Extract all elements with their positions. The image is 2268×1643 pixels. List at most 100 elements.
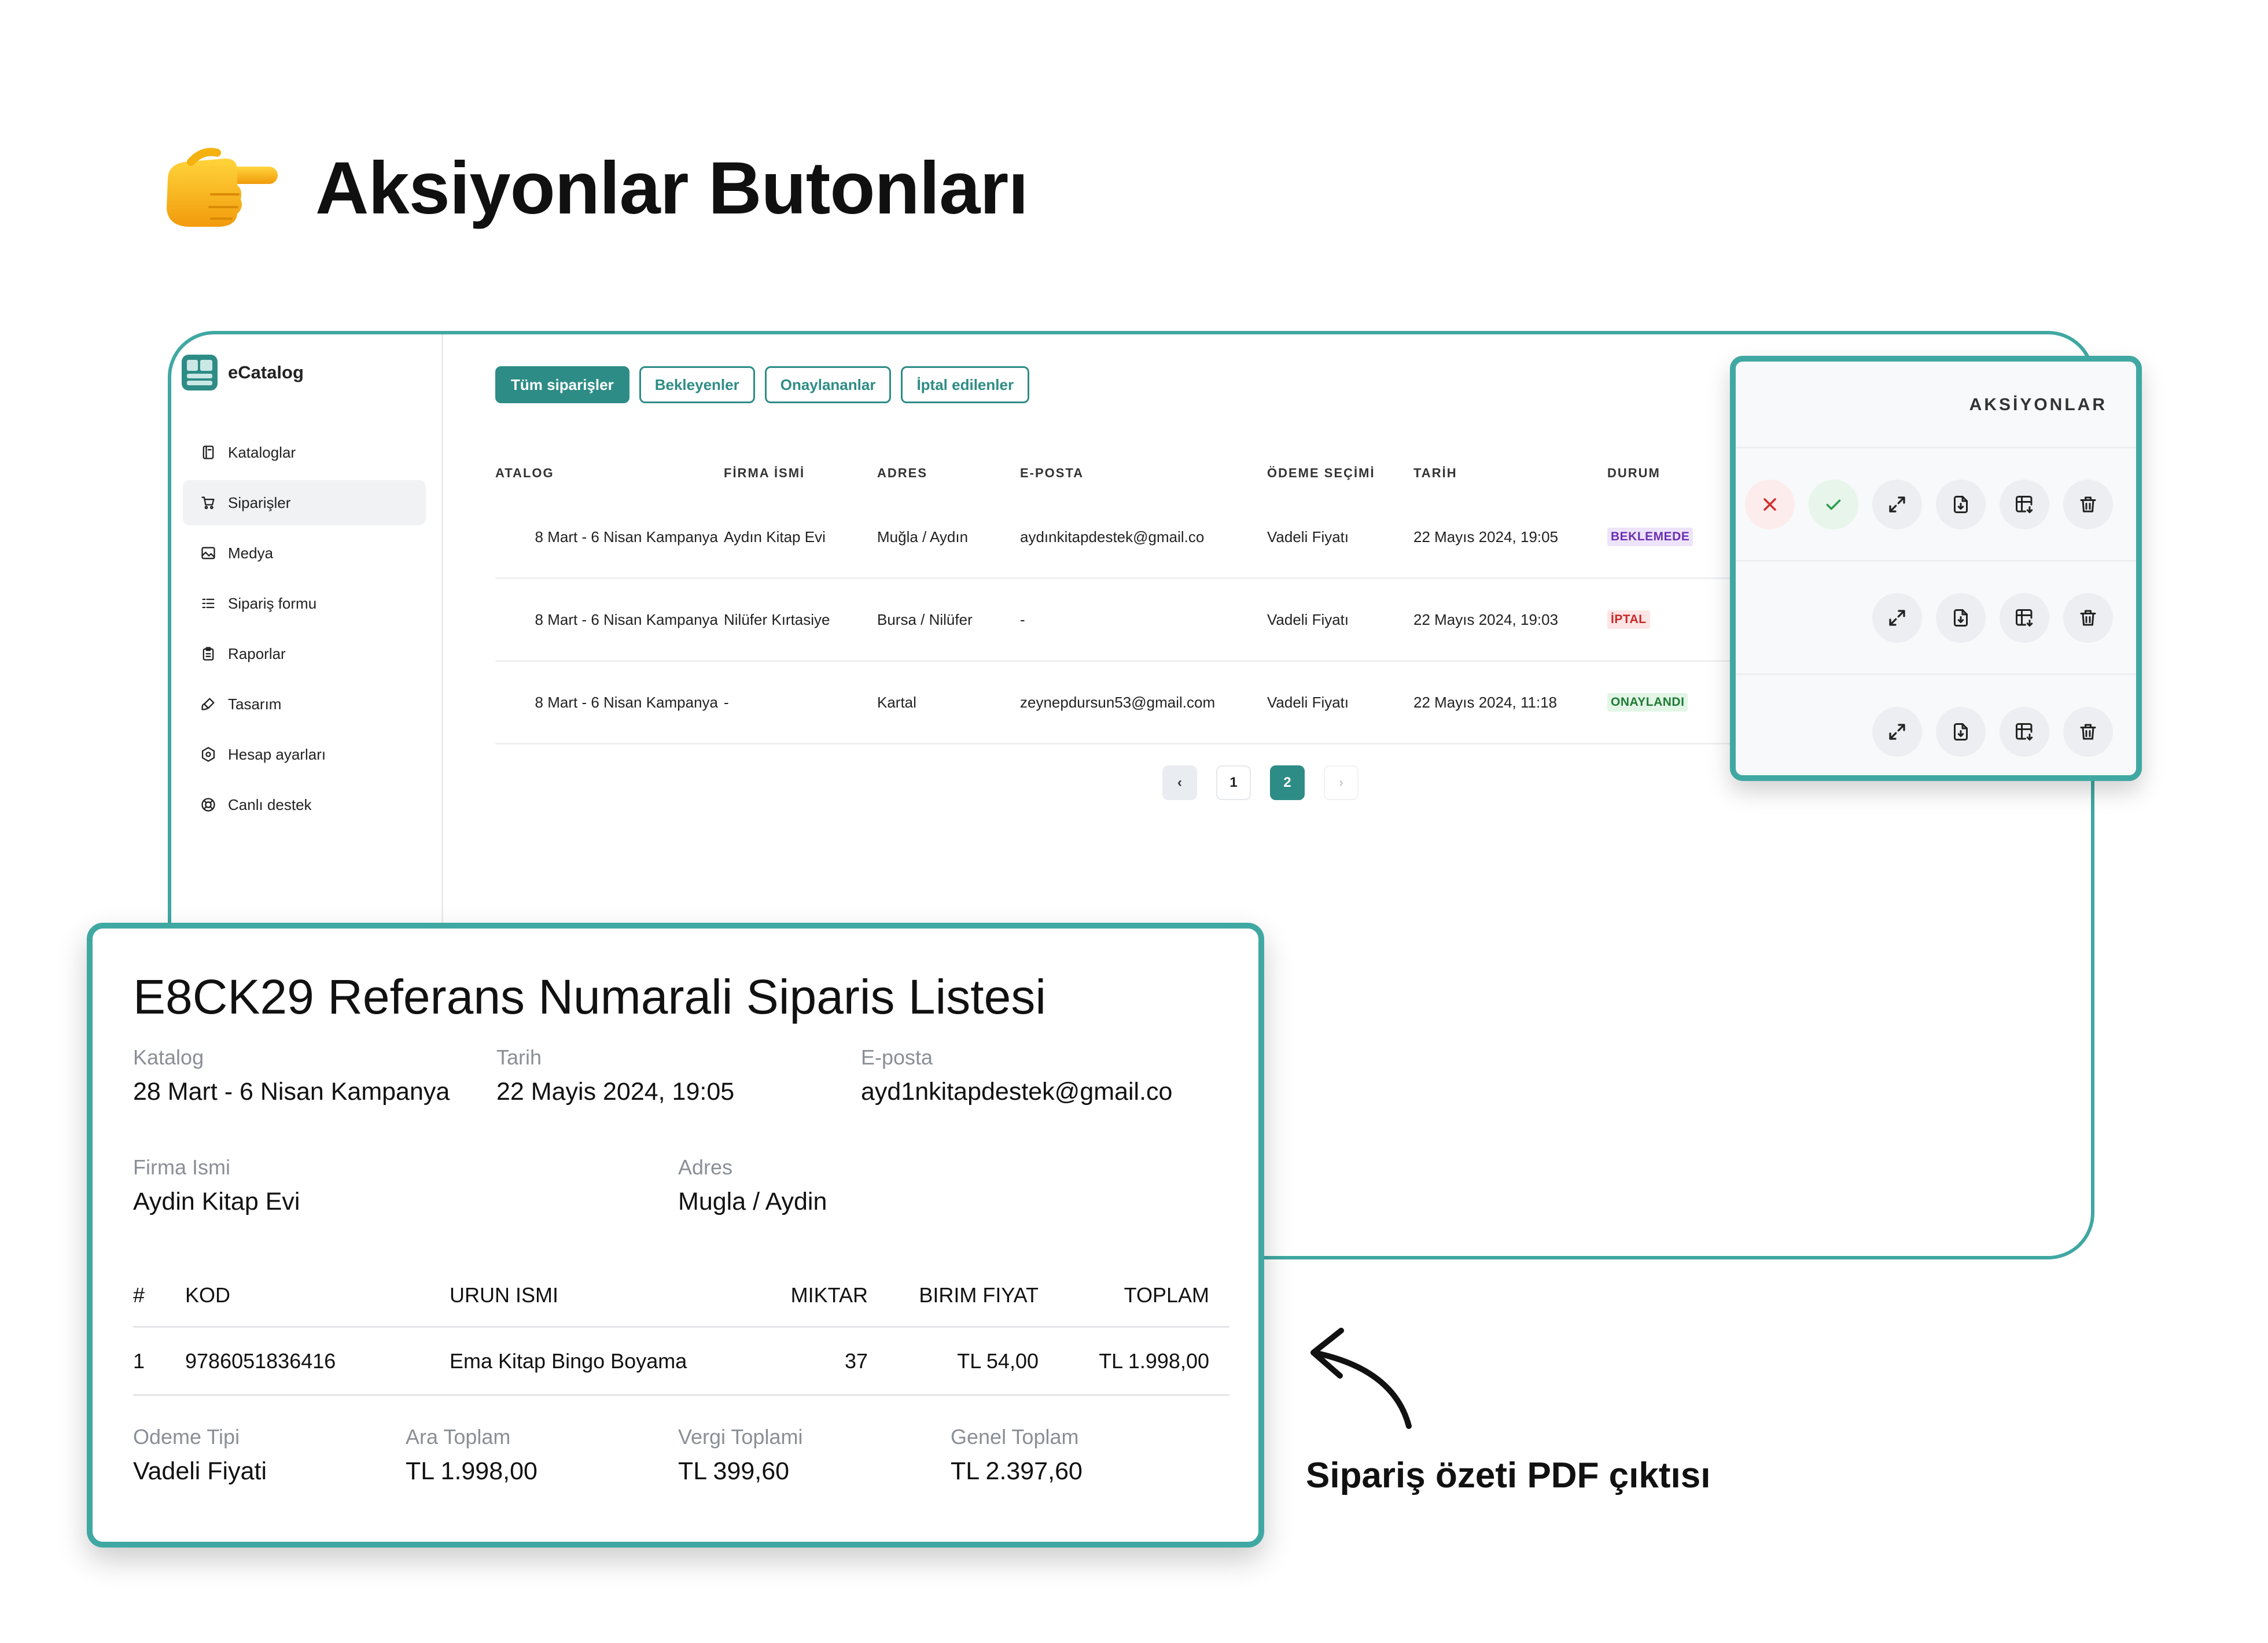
cell-tarih: 22 Mayıs 2024, 19:03: [1413, 579, 1604, 660]
order-summary-pdf: E8CK29 Referans Numarali Siparis Listesi…: [87, 923, 1264, 1548]
expand-button[interactable]: [1872, 479, 1922, 529]
sidebar-item-label: Medya: [228, 544, 274, 562]
cell-katalog: 8 Mart - 6 Nisan Kampanya: [495, 579, 718, 660]
status-badge: ONAYLANDI: [1607, 693, 1688, 712]
sidebar-item-medya[interactable]: Medya: [183, 531, 426, 576]
expand-button[interactable]: [1872, 707, 1922, 757]
headline-title: Aksiyonlar Butonları: [315, 146, 1029, 230]
pagination-prev-button[interactable]: ‹: [1162, 765, 1197, 800]
actions-header: AKSİYONLAR: [1736, 362, 2136, 448]
cell-katalog: 8 Mart - 6 Nisan Kampanya: [495, 662, 718, 743]
pagination-page-2[interactable]: 2: [1270, 765, 1305, 800]
brand-name: eCatalog: [228, 362, 304, 382]
expand-icon: [1889, 724, 1905, 740]
sidebar-item-label: Sipariş formu: [228, 594, 317, 612]
cell-text: Nilüfer Kırtasiye: [724, 610, 830, 628]
cell-text: Kartal: [877, 693, 916, 711]
pdf-column-header: KOD: [185, 1283, 231, 1307]
tab-0[interactable]: Tüm siparişler: [495, 366, 629, 403]
expand-icon: [1889, 609, 1905, 626]
column-header[interactable]: FİRMA İSMİ: [724, 450, 871, 496]
pdf-column-header: BIRIM FIYAT: [919, 1283, 1039, 1307]
cell-text: Bursa / Nilüfer: [877, 610, 973, 628]
expand-icon: [1889, 496, 1905, 513]
reject-button[interactable]: [1745, 479, 1795, 529]
column-header[interactable]: TARİH: [1413, 450, 1604, 496]
cell-firma: Nilüfer Kırtasiye: [724, 579, 871, 660]
cell-adres: Bursa / Nilüfer: [877, 579, 1016, 660]
cell-eposta: aydınkitapdestek@gmail.co: [1020, 496, 1263, 577]
sidebar-item-canlı-destek[interactable]: Canlı destek: [183, 782, 426, 827]
tab-3[interactable]: İptal edilenler: [901, 366, 1030, 403]
delete-button[interactable]: [2063, 479, 2113, 529]
brand[interactable]: eCatalog: [182, 355, 304, 391]
cell-firma: -: [724, 662, 871, 743]
sidebar-item-tasarım[interactable]: Tasarım: [183, 681, 426, 727]
file-download-icon: [1954, 609, 1968, 627]
pdf-items-table: # KOD URUN ISMI MIKTAR BIRIM FIYAT TOPLAM 1 978…: [133, 1264, 1229, 1396]
column-header[interactable]: ÖDEME SEÇİMİ: [1267, 450, 1409, 496]
trash-icon: [2080, 610, 2096, 625]
download-pdf-button[interactable]: [1936, 479, 1986, 529]
settings-icon: [201, 747, 215, 762]
pdf-column-header: MIKTAR: [790, 1283, 868, 1307]
sidebar-item-kataloglar[interactable]: Kataloglar: [183, 430, 426, 475]
cell-text: zeynepdursun53@gmail.com: [1020, 693, 1216, 711]
pdf-cell-miktar: 37: [844, 1349, 868, 1373]
cell-text: Vadeli Fiyatı: [1267, 610, 1349, 628]
trash-icon: [2080, 724, 2096, 740]
table-download-icon: [2016, 723, 2033, 741]
pdf-field-katalog: Katalog 28 Mart - 6 Nisan Kampanya: [133, 1045, 450, 1106]
check-icon: [1826, 499, 1841, 510]
export-excel-button[interactable]: [2000, 479, 2049, 529]
pagination-next-button[interactable]: ›: [1324, 765, 1358, 800]
cell-text: -: [724, 693, 729, 711]
action-button-group: [1745, 448, 2113, 560]
book-icon: [203, 445, 214, 459]
actions-row: [1736, 562, 2136, 675]
cell-odeme: Vadeli Fiyatı: [1267, 579, 1409, 660]
cell-text: Aydın Kitap Evi: [724, 528, 826, 546]
export-excel-button[interactable]: [2000, 592, 2049, 643]
pdf-caption: Sipariş özeti PDF çıktısı: [1306, 1456, 1711, 1495]
pagination-page-1[interactable]: 1: [1216, 765, 1251, 800]
cell-text: 22 Mayıs 2024, 19:05: [1413, 528, 1559, 546]
tab-1[interactable]: Bekleyenler: [639, 366, 755, 403]
sidebar-item-sipariş-formu[interactable]: Sipariş formu: [183, 581, 426, 626]
clipboard-icon: [203, 647, 214, 661]
delete-button[interactable]: [2063, 707, 2113, 757]
table-row[interactable]: 8 Mart - 6 Nisan Kampanya - Kartal zeynepdu…: [495, 662, 1768, 745]
download-pdf-button[interactable]: [1936, 592, 1986, 643]
sidebar-item-label: Siparişler: [228, 493, 291, 511]
approve-button[interactable]: [1809, 479, 1858, 529]
sidebar-item-hesap-ayarları[interactable]: Hesap ayarları: [183, 732, 426, 777]
cart-icon: [201, 496, 215, 510]
column-header[interactable]: ATALOG: [495, 450, 718, 496]
sidebar-item-label: Canlı destek: [228, 795, 312, 813]
table-download-icon: [2016, 609, 2033, 627]
sidebar-nav: Kataloglar Siparişler Medya Sipariş formu Ra…: [183, 430, 426, 832]
tab-2[interactable]: Onaylananlar: [764, 366, 892, 403]
brush-icon: [201, 698, 215, 710]
expand-button[interactable]: [1872, 592, 1922, 643]
table-row[interactable]: 8 Mart - 6 Nisan Kampanya Nilüfer Kırtasi…: [495, 579, 1768, 662]
column-header[interactable]: E-POSTA: [1020, 450, 1263, 496]
sidebar-item-label: Kataloglar: [228, 443, 296, 461]
pdf-field-eposta: E-posta ayd1nkitapdestek@gmail.co: [861, 1045, 1173, 1106]
image-icon: [201, 547, 215, 559]
export-excel-button[interactable]: [2000, 707, 2049, 757]
cell-text: 8 Mart - 6 Nisan Kampanya: [535, 693, 718, 711]
sidebar-item-siparişler[interactable]: Siparişler: [183, 480, 426, 525]
pdf-cell-toplam: TL 1.998,00: [1099, 1349, 1209, 1373]
column-header[interactable]: ADRES: [877, 450, 1016, 496]
pdf-cell-kod: 9786051836416: [185, 1349, 336, 1373]
cell-katalog: 8 Mart - 6 Nisan Kampanya: [495, 496, 718, 577]
sidebar-item-raporlar[interactable]: Raporlar: [183, 631, 426, 676]
table-row[interactable]: 8 Mart - 6 Nisan Kampanya Aydın Kitap Evi…: [495, 496, 1768, 579]
download-pdf-button[interactable]: [1936, 707, 1986, 757]
orders-table: ATALOG FİRMA İSMİ ADRES E-POSTA ÖDEME SEÇİMİ…: [495, 450, 1768, 745]
status-badge: İPTAL: [1607, 610, 1650, 629]
pdf-cell-no: 1: [133, 1349, 145, 1373]
delete-button[interactable]: [2063, 592, 2113, 643]
cell-text: Vadeli Fiyatı: [1267, 693, 1349, 711]
